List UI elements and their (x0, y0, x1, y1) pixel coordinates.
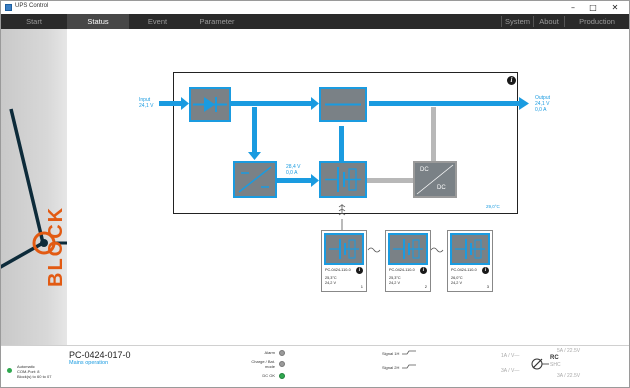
diode-block[interactable] (189, 87, 231, 122)
minimize-button[interactable]: – (565, 1, 581, 14)
module-voltage: 24,2 V (325, 281, 336, 285)
alarm-led (279, 350, 285, 356)
rc-bottom-right: 3A / 22.5V (557, 373, 581, 379)
diode-to-switch-line (231, 101, 311, 106)
module-temperature: 25,3°C (389, 276, 401, 280)
tab-parameter[interactable]: Parameter (186, 14, 248, 29)
rc-bottom-left: 3A / V— (501, 368, 520, 374)
battery-icon (393, 239, 423, 259)
module-temperature: 25,3°C (325, 276, 337, 280)
module-link-1 (367, 247, 381, 253)
diode-icon (193, 97, 227, 112)
dcdc-block[interactable]: DC DC (413, 161, 457, 198)
app-icon (5, 4, 12, 11)
signal-2-label: Signal 2H (382, 365, 400, 370)
battery-module-1[interactable]: PC-0424-110-0 i 25,3°C 24,2 V 1 (321, 230, 367, 292)
charger-block[interactable] (233, 161, 277, 198)
device-name: PC-0424-017-0 (69, 350, 131, 360)
signal-2-icon (402, 364, 416, 369)
tab-status[interactable]: Status (67, 14, 129, 29)
switch-icon (325, 103, 361, 106)
brand-logo: BLOCK (45, 205, 67, 287)
rc-sub-label: SHC (550, 362, 561, 368)
charger-feed-arrow (248, 152, 261, 160)
input-label: Input 24,1 V (139, 97, 154, 109)
status-canvas: i 29,0°C DC DC Input 24,1 V Output 24,1 … (67, 29, 629, 345)
ups-control-window: UPS Control – □ ✕ Start Status Event Par… (0, 0, 630, 388)
charger-feed-line (252, 107, 257, 152)
battery-to-dcdc-line (367, 178, 413, 183)
tab-production[interactable]: Production (565, 14, 629, 29)
connection-status-led (7, 368, 12, 373)
charge-mode-led (279, 361, 285, 367)
close-button[interactable]: ✕ (607, 1, 623, 14)
alarm-label: Alarm (264, 350, 275, 355)
dcdc-to-output-line (431, 107, 436, 161)
converter-icon (238, 166, 272, 193)
rc-switch-icon (531, 358, 549, 370)
rc-label: RC (550, 355, 559, 361)
diode-to-switch-arrow (311, 97, 319, 110)
signal-1-label: Signal 1H (382, 351, 400, 356)
tab-start[interactable]: Start (1, 14, 67, 29)
dc-ok-led (279, 373, 285, 379)
connection-info: Automatic COM-Port: 8 Block(s) to 60 to … (17, 364, 52, 379)
operation-mode: Mains operation (69, 360, 109, 366)
battery-to-switch-line (339, 126, 344, 162)
rc-top-left: 1A / V— (501, 353, 520, 359)
module-bus-connector (338, 204, 346, 230)
module-info-icon[interactable]: i (420, 267, 427, 274)
module-temperature: 26,0°C (451, 276, 463, 280)
battery-icon (329, 239, 359, 259)
dc-ok-label: DC OK (262, 373, 275, 378)
output-flow-line (369, 101, 519, 106)
dc-output-label: DC (437, 185, 446, 191)
tab-event[interactable]: Event (129, 14, 186, 29)
module-name: PC-0424-110-0 (451, 268, 477, 272)
module-info-icon[interactable]: i (482, 267, 489, 274)
module-battery-icon (324, 233, 364, 265)
output-arrow (519, 97, 529, 110)
module-name: PC-0424-110-0 (325, 268, 351, 272)
output-label: Output 24,1 V 0,0 A (535, 95, 551, 113)
charger-to-battery-line (277, 178, 311, 183)
status-bar: Automatic COM-Port: 8 Block(s) to 60 to … (1, 345, 629, 387)
module-voltage: 24,2 V (451, 281, 462, 285)
menu-bar: Start Status Event Parameter System Abou… (1, 14, 629, 29)
brand-strip: BLOCK (1, 29, 67, 345)
module-voltage: 24,2 V (389, 281, 400, 285)
battery-module-2[interactable]: PC-0424-110-0 i 25,3°C 24,2 V 2 (385, 230, 431, 292)
tab-about[interactable]: About (534, 14, 564, 29)
window-title: UPS Control (15, 3, 49, 9)
charger-readout: 28,4 V 0,0 A (286, 164, 301, 176)
module-link-2 (430, 247, 444, 253)
tab-system[interactable]: System (502, 14, 533, 29)
input-flow-line (159, 101, 181, 106)
dc-input-label: DC (420, 167, 429, 173)
module-index: 2 (424, 284, 427, 289)
charger-to-battery-arrow (311, 174, 319, 187)
module-info-icon[interactable]: i (356, 267, 363, 274)
title-bar: UPS Control – □ ✕ (1, 1, 629, 14)
signal-1-icon (402, 350, 416, 355)
module-index: 1 (360, 284, 363, 289)
maximize-button[interactable]: □ (585, 1, 601, 14)
charge-mode-label: Charge / Bat. mode (251, 359, 275, 369)
battery-icon (325, 167, 361, 192)
brand-graphic (1, 108, 67, 269)
module-battery-icon (450, 233, 490, 265)
module-name: PC-0424-110-0 (389, 268, 415, 272)
module-battery-icon (388, 233, 428, 265)
battery-icon (455, 239, 485, 259)
switch-block[interactable] (319, 87, 367, 122)
battery-module-3[interactable]: PC-0424-110-0 i 26,0°C 24,2 V 3 (447, 230, 493, 292)
module-index: 3 (486, 284, 489, 289)
input-arrow (181, 97, 189, 110)
battery-block[interactable] (319, 161, 367, 198)
rc-top-right: 5A / 22.5V (557, 348, 581, 354)
